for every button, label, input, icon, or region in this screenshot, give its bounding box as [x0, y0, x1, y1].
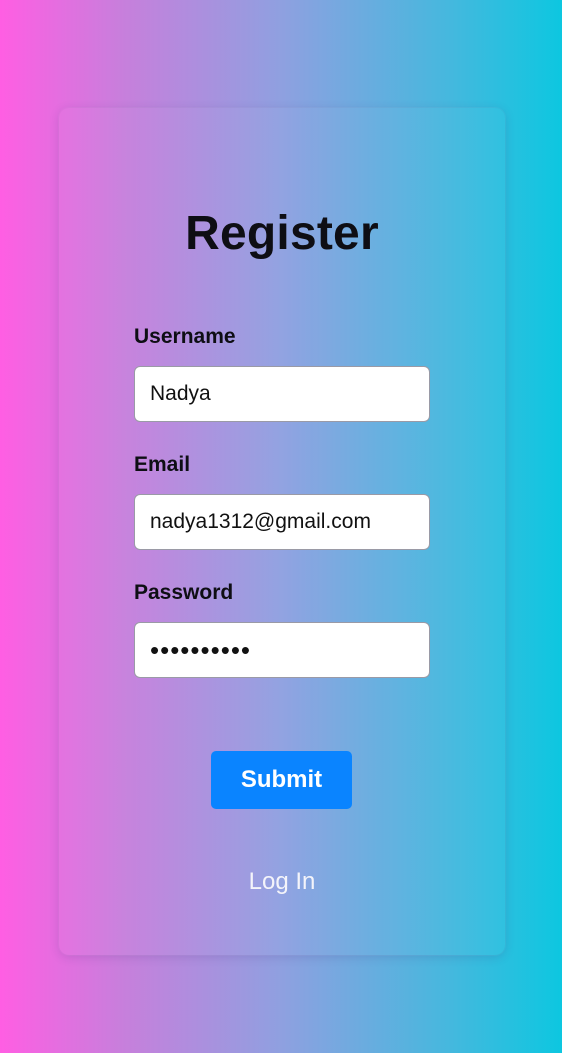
password-input[interactable]	[134, 622, 430, 678]
username-label: Username	[134, 325, 236, 348]
page-title: Register	[185, 207, 379, 260]
submit-button[interactable]: Submit	[211, 751, 352, 809]
email-label: Email	[134, 453, 191, 476]
register-card: Register Username Email Password Submit …	[59, 108, 505, 955]
email-input[interactable]	[134, 494, 430, 550]
username-input[interactable]	[134, 366, 430, 422]
password-label: Password	[134, 581, 234, 604]
login-link[interactable]: Log In	[59, 868, 505, 896]
